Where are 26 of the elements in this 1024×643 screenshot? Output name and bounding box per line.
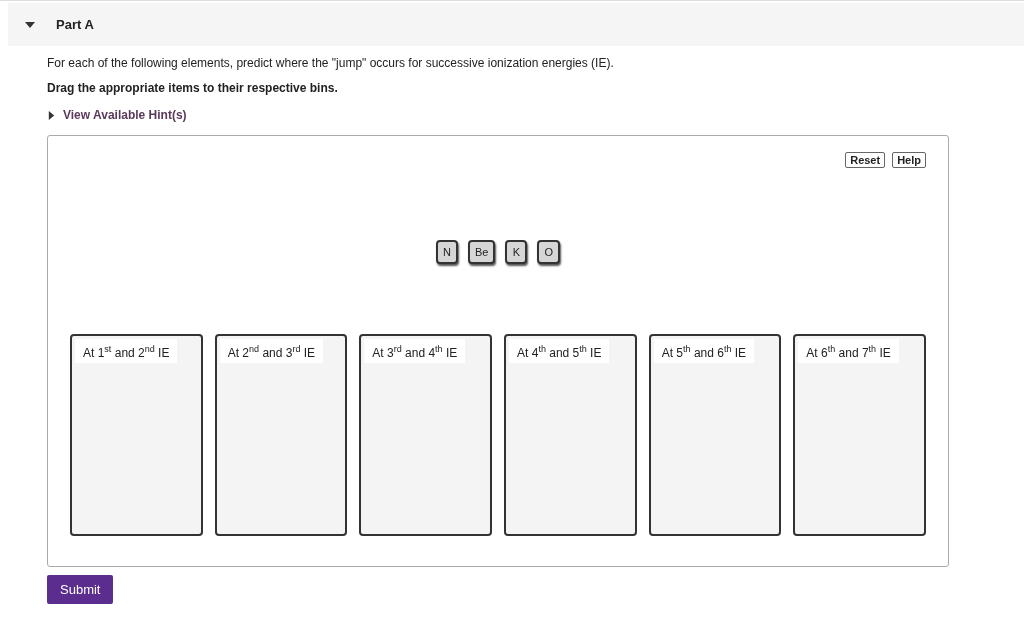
bin-label: At 1$^{st}$ and 2$^{nd}$ IE: [75, 339, 178, 363]
part-header[interactable]: Part A: [8, 3, 1024, 46]
drop-bin[interactable]: At 2$^{nd}$ and 3$^{rd}$ IE: [214, 334, 348, 536]
task-text: Drag the appropriate items to their respective bins.: [47, 81, 339, 95]
tool-button[interactable]: Reset: [845, 152, 886, 168]
drag-tile[interactable]: K: [505, 240, 528, 264]
bin-label: At 5$^{th}$ and 6$^{th}$ IE: [653, 339, 755, 363]
submit-button[interactable]: Submit: [47, 575, 114, 604]
drag-tile[interactable]: Be: [468, 240, 496, 264]
caret-icon[interactable]: [47, 110, 56, 120]
bin-label: At 4$^{th}$ and 5$^{th}$ IE: [509, 339, 610, 363]
bin-label: At 6$^{th}$ and 7$^{th}$ IE: [798, 339, 899, 363]
drop-bin[interactable]: At 6$^{th}$ and 7$^{th}$ IE: [793, 334, 927, 536]
part-title: Part A: [56, 17, 94, 32]
drop-bin[interactable]: At 3$^{rd}$ and 4$^{th}$ IE: [359, 334, 492, 536]
drop-bin[interactable]: At 5$^{th}$ and 6$^{th}$ IE: [648, 334, 782, 536]
drag-tile[interactable]: O: [537, 240, 560, 264]
drag-tile[interactable]: N: [436, 240, 458, 264]
instructions-text: For each of the following elements, predict where the "jump" occurs for successive ionization energies (IE).: [47, 56, 615, 70]
bin-label: At 2$^{nd}$ and 3$^{rd}$ IE: [219, 339, 324, 363]
drop-bin[interactable]: At 1$^{st}$ and 2$^{nd}$ IE: [70, 334, 203, 536]
caret-icon[interactable]: [25, 19, 35, 30]
tool-button[interactable]: Help: [892, 152, 926, 168]
bin-label: At 3$^{rd}$ and 4$^{th}$ IE: [364, 339, 466, 363]
drop-bin[interactable]: At 4$^{th}$ and 5$^{th}$ IE: [504, 334, 637, 536]
hint-link[interactable]: View Available Hint(s): [63, 108, 187, 122]
